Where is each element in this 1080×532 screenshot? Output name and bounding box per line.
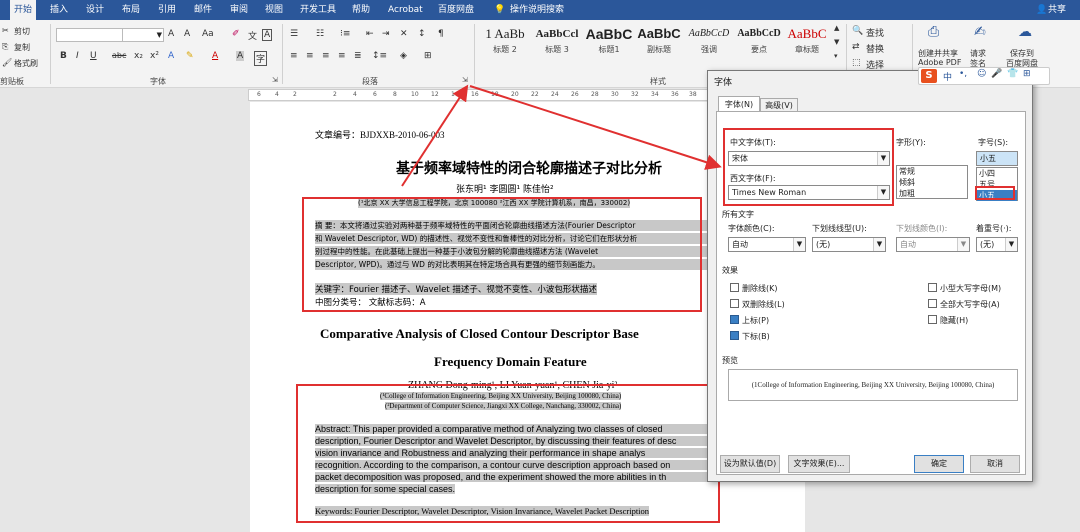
arrow-to-font-dialog xyxy=(469,85,722,170)
arrow-to-paragraph-launcher xyxy=(401,84,469,187)
annotation-arrows xyxy=(401,84,722,187)
